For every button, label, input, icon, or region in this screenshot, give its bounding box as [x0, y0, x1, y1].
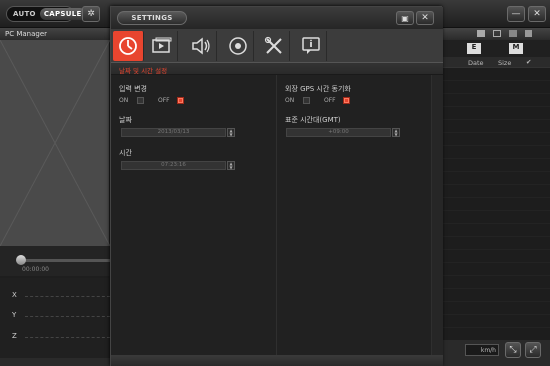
graph-axis-z: Z	[12, 332, 17, 340]
input-change-on-label: ON	[119, 97, 129, 104]
video-icon	[152, 37, 172, 53]
tab-tools[interactable]	[259, 31, 290, 61]
mode-auto-label[interactable]: AUTO	[7, 10, 40, 18]
graph-axis-y: Y	[12, 311, 17, 319]
file-list-header: Date Size ✔	[443, 57, 550, 68]
seek-time: 00:00:00	[22, 266, 49, 273]
mode-switch[interactable]: AUTO CAPSULE	[6, 6, 86, 22]
header-date[interactable]: Date	[468, 59, 484, 67]
graph-line-y	[25, 316, 110, 317]
fullscreen-button[interactable]: ⤢	[525, 342, 541, 358]
clock-icon	[119, 37, 137, 55]
tab-info[interactable]	[296, 31, 327, 61]
settings-header: SETTINGS ▣ ✕	[111, 7, 443, 29]
date-field[interactable]: 2013/03/13	[121, 128, 226, 137]
file-list-pane: E M Date Size ✔	[443, 28, 550, 340]
close-button[interactable]: ✕	[528, 6, 546, 22]
input-change-label: 입력 변경	[119, 85, 147, 93]
gps-sync-label: 외장 GPS 시간 동기화	[285, 85, 351, 93]
speed-unit: km/h	[465, 344, 499, 356]
gear-button[interactable]: ✲	[82, 6, 100, 22]
pc-manager-label: PC Manager	[5, 30, 48, 38]
gsensor-graph: X Y Z	[0, 278, 110, 358]
settings-close-button[interactable]: ✕	[416, 11, 434, 25]
speaker-icon	[192, 37, 210, 55]
tab-time[interactable]	[113, 31, 144, 61]
calendar-icon[interactable]	[493, 30, 501, 37]
pc-manager-bar: PC Manager	[0, 28, 110, 40]
info-icon	[302, 37, 320, 54]
filter-e-button[interactable]: E	[467, 43, 481, 54]
close-icon: ✕	[421, 13, 429, 23]
fullscreen-icon: ⤢	[529, 345, 537, 355]
column-divider	[276, 75, 277, 355]
tab-video[interactable]	[147, 31, 178, 61]
folder-icon[interactable]	[477, 30, 485, 37]
graph-line-z	[25, 337, 110, 338]
gps-sync-off-label: OFF	[324, 97, 336, 104]
input-change-off-label: OFF	[158, 97, 170, 104]
settings-footer	[111, 355, 443, 366]
date-label: 날짜	[119, 116, 132, 124]
settings-tabs	[111, 29, 443, 63]
speed-bar: km/h ⤡ ⤢	[443, 340, 550, 360]
close-icon: ✕	[533, 9, 541, 19]
settings-title: SETTINGS	[117, 11, 187, 25]
section-title: 날짜 및 시간 설정	[111, 63, 443, 75]
input-change-off-checkbox[interactable]	[177, 97, 184, 104]
graph-line-x	[25, 296, 110, 297]
minimize-button[interactable]: —	[507, 6, 525, 22]
video-placeholder	[0, 39, 111, 247]
seek-area: 00:00:00	[0, 246, 110, 276]
timezone-label: 표준 시간대(GMT)	[285, 116, 341, 124]
resize-button[interactable]: ⤡	[505, 342, 521, 358]
record-icon	[229, 37, 247, 55]
time-field[interactable]: 07:23:16	[121, 161, 226, 170]
resize-icon: ⤡	[509, 345, 517, 355]
graph-axis-x: X	[12, 291, 17, 299]
time-label: 시간	[119, 149, 132, 157]
header-size[interactable]: Size	[498, 59, 511, 67]
mode-capsule-label[interactable]: CAPSULE	[39, 8, 86, 20]
gps-sync-off-checkbox[interactable]	[343, 97, 350, 104]
tab-sound[interactable]	[186, 31, 217, 61]
save-icon[interactable]	[509, 30, 517, 37]
timezone-stepper[interactable]: ▲ ▼	[392, 128, 400, 137]
settings-content: 입력 변경 ON OFF 날짜 2013/03/13 ▲ ▼ 시간 07:23:1…	[111, 75, 443, 355]
video-preview	[0, 39, 111, 247]
scrollbar[interactable]	[431, 75, 443, 355]
gps-sync-on-label: ON	[285, 97, 295, 104]
gps-sync-on-checkbox[interactable]	[303, 97, 310, 104]
tab-record[interactable]	[223, 31, 254, 61]
gear-icon: ✲	[87, 9, 95, 19]
trash-icon[interactable]	[525, 30, 532, 37]
settings-dialog: SETTINGS ▣ ✕ 날짜 및 시간 설정 입력 변경 ON OFF 날짜 …	[110, 6, 443, 366]
time-stepper[interactable]: ▲ ▼	[227, 161, 235, 170]
input-change-on-checkbox[interactable]	[137, 97, 144, 104]
seek-handle[interactable]	[16, 255, 26, 265]
file-toolbar	[443, 28, 550, 40]
seek-track[interactable]	[18, 259, 110, 262]
file-list	[443, 68, 550, 340]
date-stepper[interactable]: ▲ ▼	[227, 128, 235, 137]
timezone-field[interactable]: +09:00	[286, 128, 391, 137]
save-icon: ▣	[401, 13, 409, 23]
tools-icon	[264, 36, 282, 54]
minimize-icon: —	[511, 9, 521, 19]
settings-save-button[interactable]: ▣	[396, 11, 414, 25]
checkmark-icon[interactable]: ✔	[526, 58, 531, 66]
filter-m-button[interactable]: M	[509, 43, 523, 54]
